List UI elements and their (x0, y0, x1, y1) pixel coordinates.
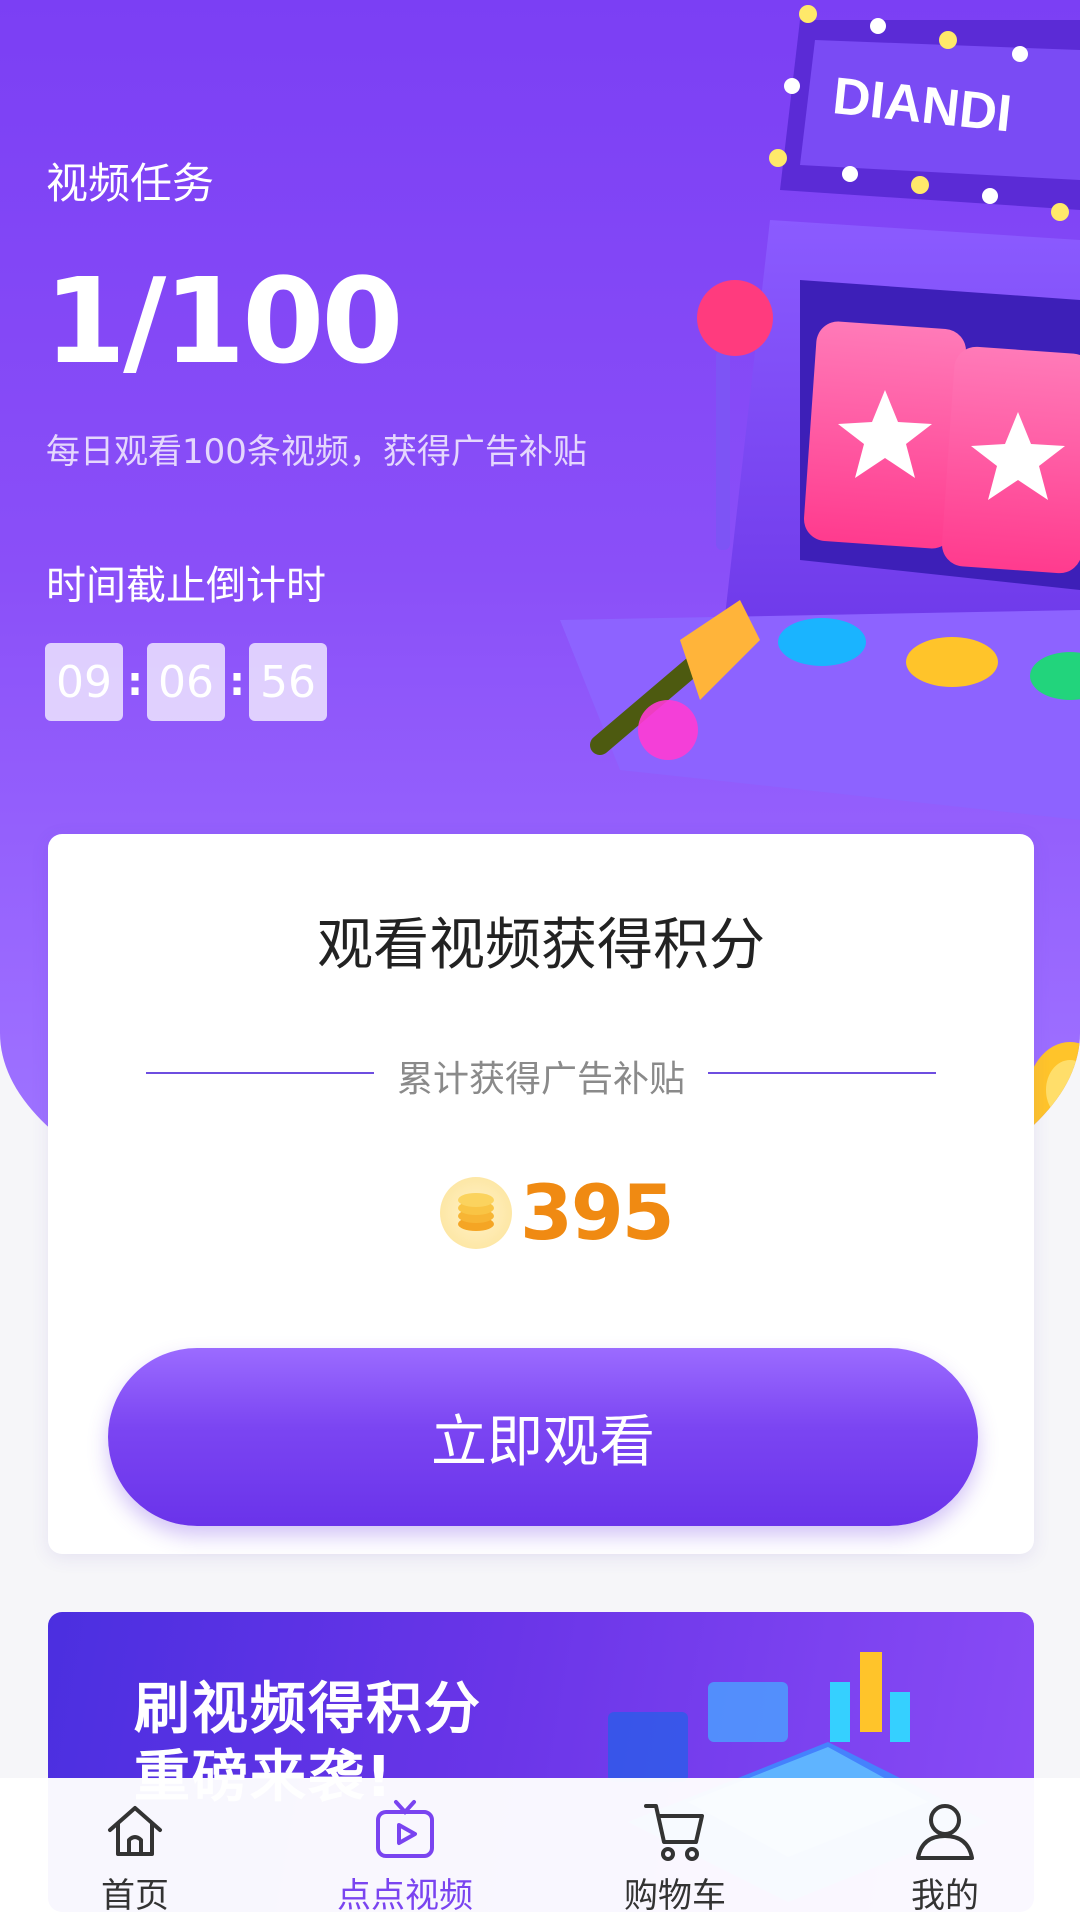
bottom-tab-bar: 首页 点点视频 购物车 我的 (0, 1778, 1080, 1920)
countdown-seconds: 56 (249, 643, 327, 721)
tab-profile[interactable]: 我的 (845, 1796, 1045, 1917)
page: DIANDI 视频任务 1/100 每日观看100条视频，获得广告补贴 时间截止… (0, 0, 1080, 1920)
countdown-separator: : (127, 659, 143, 705)
watch-now-button[interactable]: 立即观看 (108, 1348, 978, 1526)
tab-label: 购物车 (624, 1876, 726, 1916)
task-description: 每日观看100条视频，获得广告补贴 (46, 432, 587, 472)
task-progress-count: 1/100 (44, 252, 404, 390)
tv-play-icon (376, 1800, 434, 1858)
task-title: 视频任务 (46, 159, 215, 208)
tab-label: 我的 (911, 1876, 979, 1916)
tab-cart[interactable]: 购物车 (575, 1796, 775, 1917)
tab-label: 点点视频 (337, 1876, 473, 1916)
coin-stack-icon (440, 1176, 512, 1249)
countdown-minutes: 06 (147, 643, 225, 721)
user-icon (916, 1804, 974, 1860)
tab-label: 首页 (101, 1876, 169, 1916)
divider-left (146, 1072, 374, 1074)
cumulative-subsidy-label: 累计获得广告补贴 (396, 1059, 685, 1100)
points-value: 395 (520, 1168, 675, 1257)
countdown-hours: 09 (45, 643, 123, 721)
divider-right (708, 1072, 936, 1074)
countdown-separator: : (229, 659, 245, 705)
card-title: 观看视频获得积分 (317, 913, 765, 978)
deadline-label: 时间截止倒计时 (46, 563, 326, 609)
home-icon (108, 1806, 162, 1856)
cart-icon (644, 1804, 704, 1861)
points-row: 395 (440, 1168, 675, 1257)
tab-video[interactable]: 点点视频 (305, 1796, 505, 1917)
countdown-timer: 09 : 06 : 56 (45, 643, 327, 721)
tab-home[interactable]: 首页 (35, 1796, 235, 1917)
